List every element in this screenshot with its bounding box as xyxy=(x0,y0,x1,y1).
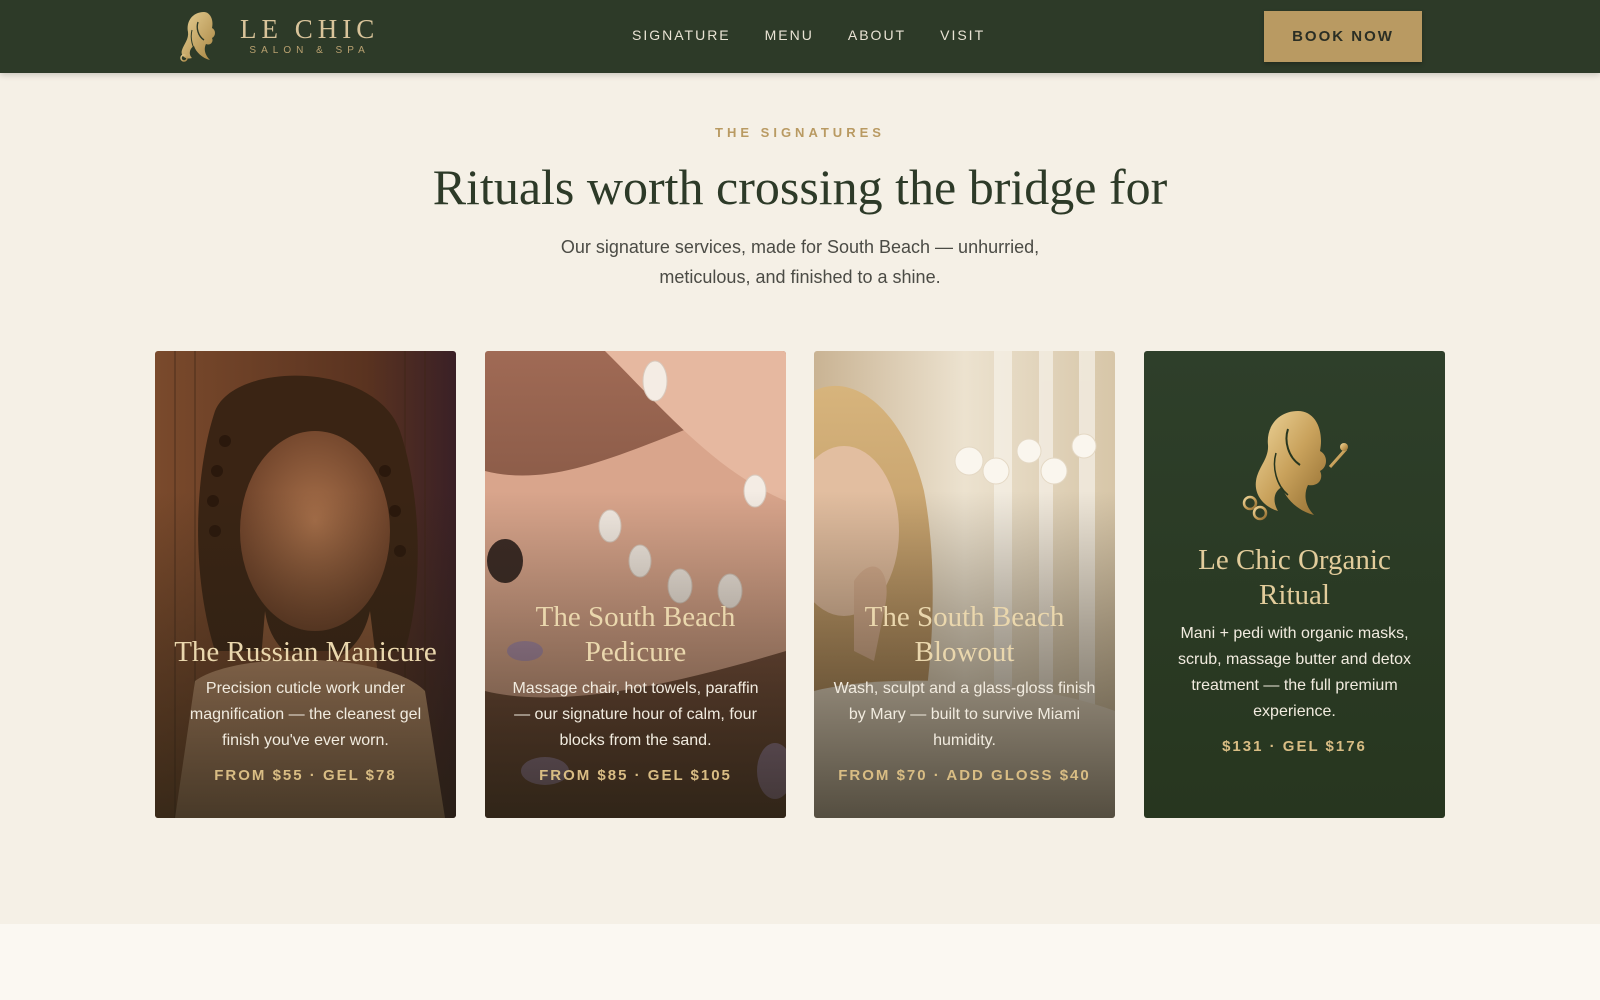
card-price: $131 · GEL $176 xyxy=(1222,738,1367,755)
section-subtitle: Our signature services, made for South B… xyxy=(560,237,1040,287)
card-title: The South Beach Blowout xyxy=(864,601,1065,668)
card-content: Le Chic Organic Ritual Mani + pedi with … xyxy=(1162,543,1427,759)
card-title: Le Chic Organic Ritual xyxy=(1198,544,1391,611)
card-description: Wash, sculpt and a glass-gloss finish by… xyxy=(833,680,1096,749)
card-description: Mani + pedi with organic masks, scrub, m… xyxy=(1177,625,1412,720)
brand-name: LE CHIC xyxy=(240,14,380,44)
service-card-south-beach-pedicure[interactable]: The South Beach Pedicure Massage chair, … xyxy=(485,351,786,818)
card-price: FROM $85 · GEL $105 xyxy=(539,767,732,784)
service-card-south-beach-blowout[interactable]: The South Beach Blowout Wash, sculpt and… xyxy=(814,351,1115,818)
section-eyebrow: THE SIGNATURES xyxy=(715,125,885,140)
card-description: Precision cuticle work under magnificati… xyxy=(189,680,422,749)
woman-silhouette-logo-icon xyxy=(180,12,215,62)
card-content: The South Beach Pedicure Massage chair, … xyxy=(503,600,768,788)
card-description: Massage chair, hot towels, paraffin — ou… xyxy=(512,680,759,749)
card-content: The South Beach Blowout Wash, sculpt and… xyxy=(832,600,1097,788)
card-price: FROM $70 · ADD GLOSS $40 xyxy=(838,767,1091,784)
nav-link-visit[interactable]: VISIT xyxy=(940,27,985,43)
service-card-organic-ritual[interactable]: Le Chic Organic Ritual Mani + pedi with … xyxy=(1144,351,1445,818)
section-title: Rituals worth crossing the bridge for xyxy=(432,159,1168,215)
nav-link-about[interactable]: ABOUT xyxy=(848,27,906,43)
book-now-button[interactable]: BOOK NOW xyxy=(1264,11,1422,62)
card-price: FROM $55 · GEL $78 xyxy=(214,767,397,784)
gold-emblem-icon xyxy=(1242,411,1348,521)
card-title: The South Beach Pedicure xyxy=(535,601,736,668)
brand-tagline: SALON & SPA xyxy=(249,45,370,56)
nav-link-menu[interactable]: MENU xyxy=(765,27,814,43)
nav-link-signature[interactable]: SIGNATURE xyxy=(632,27,731,43)
main-nav: SIGNATURE MENU ABOUT VISIT xyxy=(632,27,985,43)
card-content: The Russian Manicure Precision cuticle w… xyxy=(173,635,438,788)
card-title: The Russian Manicure xyxy=(174,636,437,668)
service-card-russian-manicure[interactable]: The Russian Manicure Precision cuticle w… xyxy=(155,351,456,818)
logo-wordmark: LE CHIC SALON & SPA xyxy=(240,14,379,58)
next-section-background xyxy=(0,924,1600,1000)
top-navigation-bar: LE CHIC SALON & SPA SIGNATURE MENU ABOUT… xyxy=(0,0,1600,73)
brand-logo[interactable]: LE CHIC SALON & SPA xyxy=(174,8,379,64)
